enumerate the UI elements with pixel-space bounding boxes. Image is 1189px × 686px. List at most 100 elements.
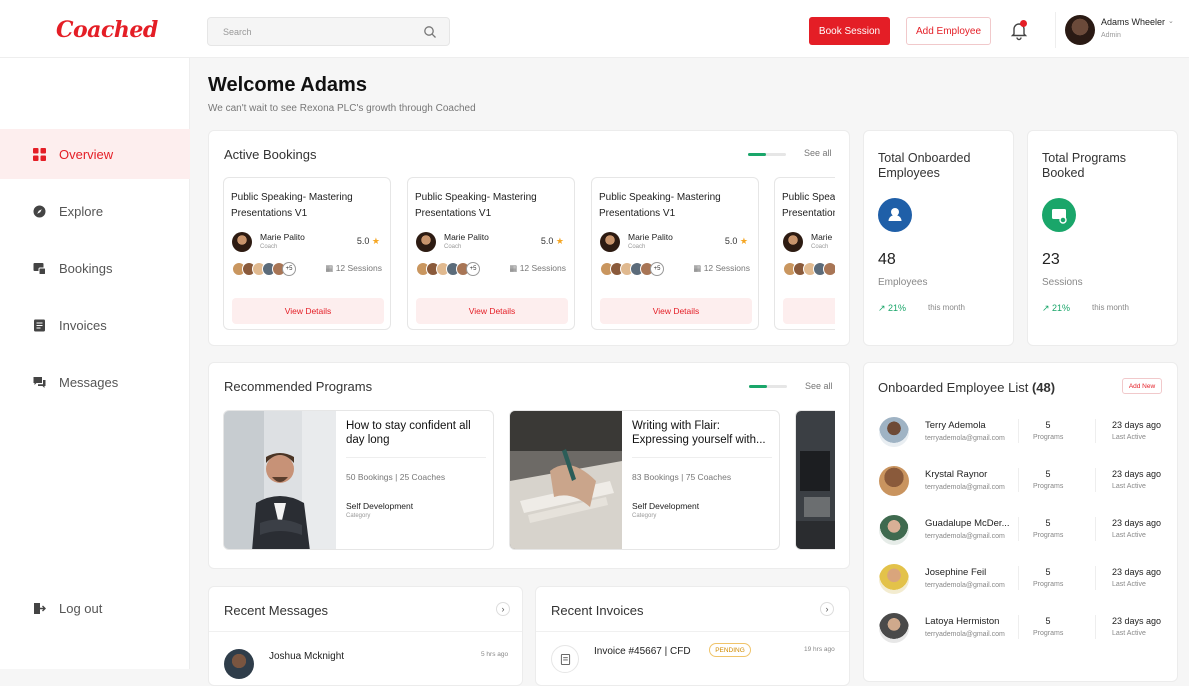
employee-programs-count: 5 [1045, 518, 1051, 528]
add-employee-button[interactable]: Add Employee [906, 17, 991, 45]
employee-last-active-label: Last Active [1112, 581, 1146, 588]
coach-name: Marie Palito [811, 232, 835, 242]
add-new-employee-button[interactable]: Add New [1122, 378, 1162, 394]
employee-programs-label: Programs [1033, 581, 1064, 588]
user-role: Admin [1101, 32, 1121, 39]
program-category-label: Category [632, 513, 657, 519]
see-all-programs-link[interactable]: See all [805, 381, 833, 391]
stat-period: this month [928, 303, 965, 312]
employee-email: terryademola@gmail.com [925, 484, 1005, 491]
employee-programs-count: 5 [1045, 616, 1051, 626]
more-participants-badge: +5 [282, 262, 296, 276]
divider [1018, 517, 1019, 541]
employee-row[interactable]: Guadalupe McDer... terryademola@gmail.com… [865, 509, 1162, 558]
coach-name: Marie Palito [260, 232, 305, 242]
program-card[interactable]: How to stay confident all day long 50 Bo… [223, 410, 494, 550]
program-card[interactable] [795, 410, 835, 550]
chevron-right-icon[interactable]: › [820, 602, 834, 616]
user-icon [878, 198, 912, 232]
employee-last-active: 23 days ago [1112, 616, 1162, 626]
chevron-down-icon[interactable]: ⌄ [1168, 17, 1174, 25]
book-session-button[interactable]: Book Session [809, 17, 890, 45]
user-avatar[interactable] [1065, 15, 1095, 45]
divider [1018, 468, 1019, 492]
message-sender[interactable]: Joshua Mcknight [269, 651, 344, 662]
sidebar-item-invoices[interactable]: Invoices [0, 300, 190, 350]
user-name[interactable]: Adams Wheeler [1101, 17, 1165, 27]
message-time: 5 hrs ago [481, 651, 509, 658]
recent-messages-panel: Recent Messages › Joshua Mcknight 5 hrs … [208, 586, 523, 686]
coach-role: Coach [444, 244, 462, 250]
divider [209, 631, 522, 632]
stat-title: Total Onboarded Employees [878, 151, 971, 180]
search-placeholder: Search [223, 27, 252, 37]
program-card[interactable]: Writing with Flair: Expressing yourself … [509, 410, 780, 550]
sessions-count: ▦ 12 Sessions [325, 263, 382, 273]
employee-email: terryademola@gmail.com [925, 435, 1005, 442]
employee-programs-label: Programs [1033, 630, 1064, 637]
employee-row[interactable]: Latoya Hermiston terryademola@gmail.com 5 P… [865, 607, 1162, 656]
employee-avatar [879, 417, 909, 447]
stat-period: this month [1092, 303, 1129, 312]
sidebar-item-label: Messages [59, 374, 119, 390]
booking-title: Public Speaking- Mastering Presentations… [231, 192, 353, 219]
sessions-count: ▦ 12 Sessions [509, 263, 566, 273]
sidebar-item-explore[interactable]: Explore [0, 186, 190, 236]
program-category: Self Development [346, 501, 414, 511]
sidebar-item-messages[interactable]: Messages [0, 357, 190, 407]
chat-icon [33, 376, 46, 388]
employee-last-active-label: Last Active [1112, 532, 1146, 539]
divider [1095, 566, 1096, 590]
employee-row[interactable]: Josephine Feil terryademola@gmail.com 5 Pro… [865, 558, 1162, 607]
employee-row[interactable]: Terry Ademola terryademola@gmail.com 5 Prog… [865, 411, 1162, 460]
booking-card[interactable]: Public Speaking- Mastering Presentations… [774, 177, 835, 330]
program-category: Self Development [632, 501, 700, 511]
employee-last-active: 23 days ago [1112, 469, 1162, 479]
view-details-button[interactable]: View Details [232, 298, 384, 324]
sidebar-item-label: Invoices [59, 317, 107, 333]
participant-avatars: +5 [232, 262, 312, 276]
employee-programs-count: 5 [1045, 469, 1051, 479]
participant-avatars: +5 [600, 262, 680, 276]
booking-title: Public Speaking- Mastering Presentations… [599, 192, 721, 219]
employee-row[interactable]: Krystal Raynor terryademola@gmail.com 5 Pro… [865, 460, 1162, 509]
search-input[interactable]: Search [207, 17, 450, 46]
stat-change: ↗ 21% [878, 303, 907, 313]
search-icon[interactable] [423, 25, 437, 39]
divider [346, 457, 486, 458]
booking-card[interactable]: Public Speaking- Mastering Presentations… [407, 177, 575, 330]
sidebar-item-bookings[interactable]: Bookings [0, 243, 190, 293]
coach-avatar [416, 232, 436, 252]
invoice-time: 19 hrs ago [804, 646, 835, 653]
sidebar-item-overview[interactable]: Overview [0, 129, 190, 179]
booking-card[interactable]: Public Speaking- Mastering Presentations… [591, 177, 759, 330]
logout-label: Log out [59, 600, 103, 616]
bookings-icon [33, 262, 46, 275]
participant-avatar [823, 262, 835, 276]
header-divider [1055, 12, 1056, 48]
logout-button[interactable]: Log out [0, 583, 190, 633]
chevron-right-icon[interactable]: › [496, 602, 510, 616]
coach-avatar [783, 232, 803, 252]
recent-invoices-panel: Recent Invoices › Invoice #45667 | CFD P… [535, 586, 850, 686]
see-all-bookings-link[interactable]: See all [804, 148, 832, 158]
programs-carousel: How to stay confident all day long 50 Bo… [223, 410, 835, 552]
stat-title: Total Programs Booked [1042, 151, 1127, 180]
employee-avatar [879, 613, 909, 643]
booking-card[interactable]: Public Speaking- Mastering Presentations… [223, 177, 391, 330]
booking-title: Public Speaking- Mastering Presentations… [415, 192, 537, 219]
view-details-button[interactable]: View Details [416, 298, 568, 324]
rating: 5.0 ★ [540, 236, 564, 246]
view-details-button[interactable]: View Details [783, 298, 835, 324]
program-image [224, 411, 336, 549]
coach-avatar [232, 232, 252, 252]
notification-bell-icon[interactable] [1008, 19, 1030, 41]
employee-email: terryademola@gmail.com [925, 582, 1005, 589]
employee-name: Terry Ademola [925, 420, 986, 431]
coached-logo[interactable]: Coached [56, 17, 158, 43]
page-subtitle: We can't wait to see Rexona PLC's growth… [208, 103, 476, 114]
coach-name: Marie Palito [444, 232, 489, 242]
view-details-button[interactable]: View Details [600, 298, 752, 324]
more-participants-badge: +5 [466, 262, 480, 276]
invoice-title[interactable]: Invoice #45667 | CFD [594, 646, 691, 657]
